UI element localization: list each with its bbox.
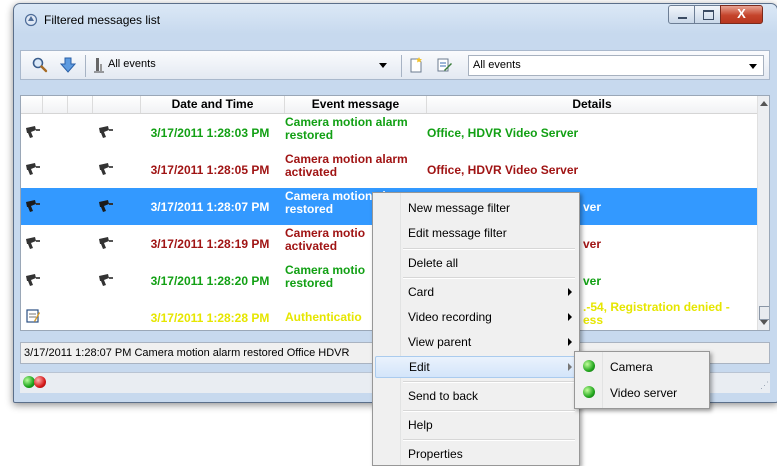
menu-item-send-to-back[interactable]: Send to back [373,385,579,407]
column-header-details[interactable]: Details [427,96,757,113]
row-date: 3/17/2011 1:28:05 PM [150,163,270,177]
menu-separator [403,277,575,279]
submenu-arrow-icon [568,338,572,346]
camera-icon [26,126,40,138]
column-header-icon1[interactable] [21,96,43,113]
scroll-up-icon[interactable] [760,101,768,106]
close-icon: X [737,6,746,21]
scroll-down-icon[interactable] [760,320,768,325]
minimize-button[interactable] [668,5,695,24]
app-icon [24,13,38,27]
second-filter-combo[interactable]: All events [468,55,764,76]
close-button[interactable]: X [720,5,763,24]
row-details: ver [583,200,602,214]
red-status-icon [34,376,46,388]
menu-separator [403,381,575,383]
menu-separator [403,410,575,412]
camera-icon [99,274,113,286]
menu-separator [403,439,575,441]
menu-item-edit[interactable]: Edit [375,356,577,378]
camera-icon [99,200,113,212]
camera-icon [26,237,40,249]
menu-item-video-recording[interactable]: Video recording [373,306,579,328]
row-date: 3/17/2011 1:28:20 PM [150,274,270,288]
camera-icon [26,163,40,175]
row-date: 3/17/2011 1:28:19 PM [150,237,270,251]
submenu-item-video-server[interactable]: Video server [575,381,709,405]
row-message: Camera motion alarm activated [285,152,408,179]
menu-separator [403,248,575,250]
toolbar: All events All events [20,50,770,80]
submenu-arrow-icon [568,313,572,321]
chevron-down-icon [379,63,387,68]
menu-item-view-parent[interactable]: View parent [373,331,579,353]
column-header-message[interactable]: Event message [285,96,427,113]
chevron-down-icon [749,64,757,69]
title-bar[interactable]: Filtered messages list X [14,4,777,34]
window-title: Filtered messages list [44,13,161,27]
table-row[interactable]: 3/17/2011 1:28:05 PM Camera motion alarm… [21,151,757,188]
menu-item-properties[interactable]: Properties [373,443,579,465]
toolbar-separator [85,55,86,77]
row-details: ver [583,237,602,251]
column-header-date[interactable]: Date and Time [140,96,285,113]
vertical-scrollbar[interactable] [757,96,769,330]
menu-item-help[interactable]: Help [373,414,579,436]
camera-icon [99,126,113,138]
row-details: ver [583,274,602,288]
submenu-arrow-icon [568,363,572,371]
resize-grip-icon[interactable]: ⋰ [760,380,769,391]
toolbar-separator [401,55,402,77]
message-detail-text: 3/17/2011 1:28:07 PM Camera motion alarm… [24,347,350,359]
column-header-icon3[interactable] [68,96,93,113]
search-icon[interactable] [31,56,49,74]
row-date: 3/17/2011 1:28:07 PM [150,200,270,214]
row-details: Office, HDVR Video Server [427,163,579,177]
camera-icon [99,163,113,175]
row-date: 3/17/2011 1:28:03 PM [150,126,270,140]
row-details: .-54, Registration denied - ess [583,300,730,327]
edit-filter-icon[interactable] [435,56,453,74]
menu-item-new-message-filter[interactable]: New message filter [373,197,579,219]
scroll-thumb[interactable] [759,306,769,320]
context-menu: New message filter Edit message filter D… [372,192,580,466]
down-arrow-icon[interactable] [59,56,77,74]
edit-submenu: Camera Video server [574,351,710,409]
column-header-icon2[interactable] [43,96,68,113]
menu-item-edit-message-filter[interactable]: Edit message filter [373,222,579,244]
table-row[interactable]: 3/17/2011 1:28:03 PM Camera motion alarm… [21,114,757,151]
camera-icon [26,200,40,212]
submenu-arrow-icon [568,288,572,296]
green-bulb-icon [583,360,595,372]
event-filter-value: All events [108,58,156,70]
camera-icon [99,237,113,249]
submenu-item-camera[interactable]: Camera [575,355,709,379]
new-filter-icon[interactable] [407,56,425,74]
menu-item-delete-all[interactable]: Delete all [373,252,579,274]
row-details: Office, HDVR Video Server [427,126,579,140]
camera-icon [26,274,40,286]
grid-header: Date and Time Event message Details [21,96,757,114]
event-filter-combo[interactable]: All events [104,55,393,76]
row-date: 3/17/2011 1:28:28 PM [150,311,270,325]
second-filter-value: All events [473,59,521,71]
document-edit-icon [26,309,40,323]
green-bulb-icon [583,386,595,398]
row-message: Camera motion alarm restored [285,115,408,142]
maximize-button[interactable] [694,5,721,24]
menu-item-card[interactable]: Card [373,281,579,303]
